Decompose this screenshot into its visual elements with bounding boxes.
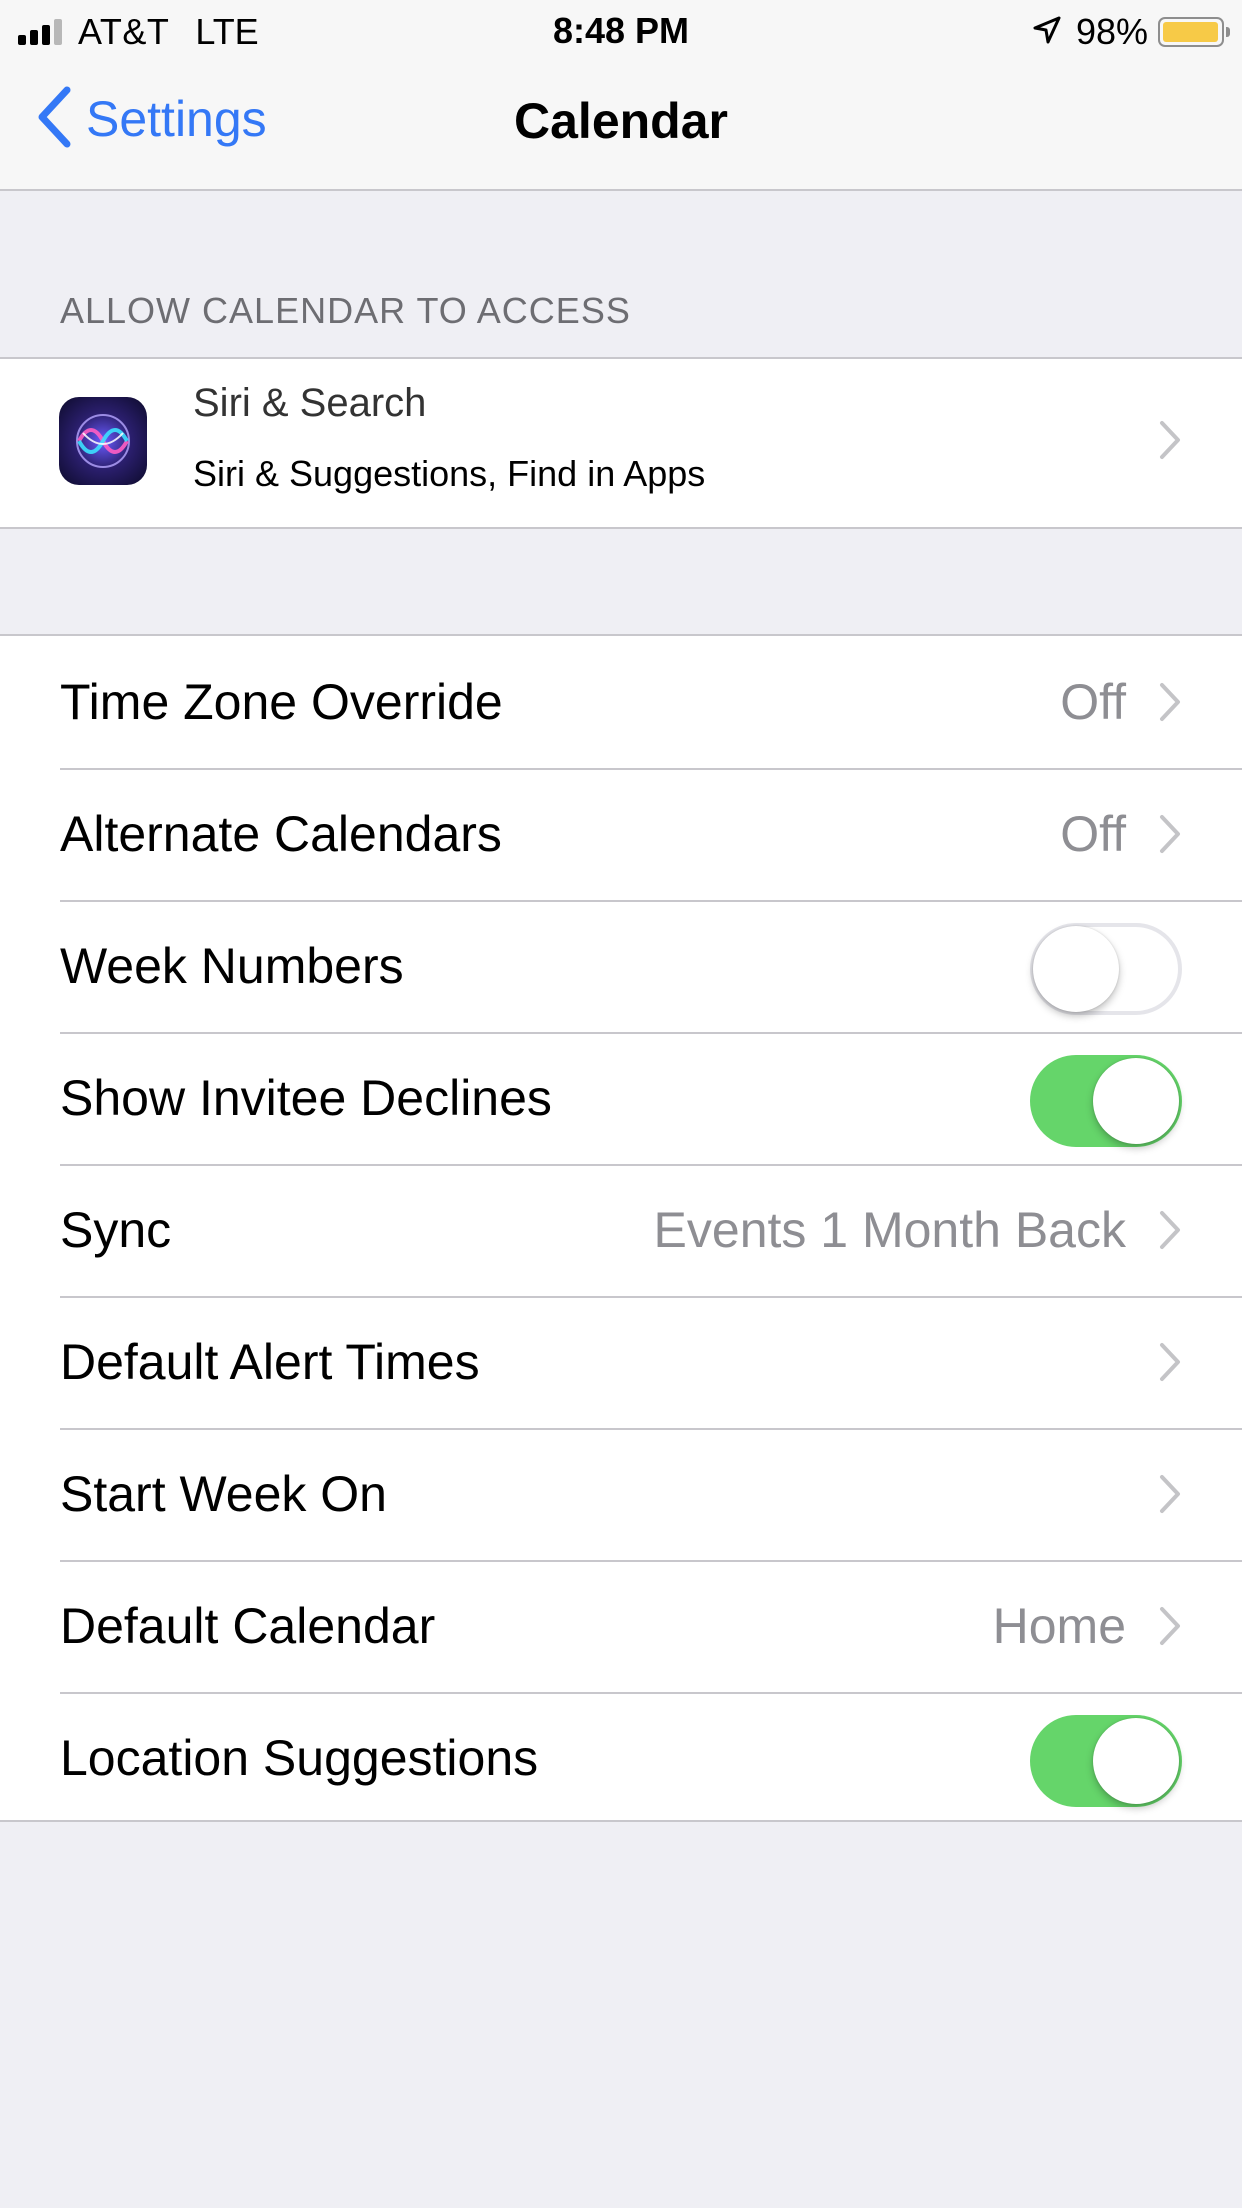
battery-fill (1163, 22, 1218, 42)
siri-search-title: Siri & Search (193, 381, 427, 425)
row-value: Off (1060, 806, 1126, 862)
row-label: Show Invitee Declines (60, 1070, 552, 1126)
location-arrow-icon (1032, 15, 1062, 50)
siri-icon (59, 397, 147, 485)
location-suggestions-row: Location Suggestions (0, 1692, 1242, 1824)
show-invitee-declines-toggle[interactable] (1030, 1055, 1182, 1147)
sync-row[interactable]: Sync Events 1 Month Back (0, 1164, 1242, 1296)
navigation-bar: Settings Calendar (0, 62, 1242, 191)
siri-search-subtitle: Siri & Suggestions, Find in Apps (193, 453, 706, 494)
time-zone-override-row[interactable]: Time Zone Override Off (0, 636, 1242, 768)
row-label: Default Calendar (60, 1598, 436, 1654)
row-label: Alternate Calendars (60, 806, 502, 862)
week-numbers-row: Week Numbers (0, 900, 1242, 1032)
page-title: Calendar (514, 93, 728, 149)
row-label: Week Numbers (60, 938, 404, 994)
chevron-right-icon (1158, 813, 1182, 860)
status-right: 98% (1032, 10, 1230, 54)
battery-icon (1158, 17, 1230, 47)
calendar-settings-group: Time Zone Override Off Alternate Calenda… (0, 634, 1242, 1822)
row-label: Time Zone Override (60, 674, 503, 730)
location-suggestions-toggle[interactable] (1030, 1715, 1182, 1807)
row-label: Start Week On (60, 1466, 387, 1522)
row-value: Home (992, 1598, 1126, 1654)
chevron-right-icon (1158, 1341, 1182, 1388)
row-label: Location Suggestions (60, 1730, 539, 1786)
default-alert-times-row[interactable]: Default Alert Times (0, 1296, 1242, 1428)
chevron-right-icon (1158, 1473, 1182, 1520)
chevron-right-icon (1158, 1209, 1182, 1256)
row-value: Events 1 Month Back (653, 1202, 1126, 1258)
section-header-access: ALLOW CALENDAR TO ACCESS (60, 290, 631, 331)
week-numbers-toggle[interactable] (1030, 923, 1182, 1015)
row-label: Sync (60, 1202, 172, 1258)
default-calendar-row[interactable]: Default Calendar Home (0, 1560, 1242, 1692)
chevron-right-icon (1158, 1605, 1182, 1652)
siri-search-row[interactable]: Siri & Search Siri & Suggestions, Find i… (0, 359, 1242, 527)
access-group: Siri & Search Siri & Suggestions, Find i… (0, 357, 1242, 529)
row-label: Default Alert Times (60, 1334, 480, 1390)
alternate-calendars-row[interactable]: Alternate Calendars Off (0, 768, 1242, 900)
show-invitee-declines-row: Show Invitee Declines (0, 1032, 1242, 1164)
status-bar: AT&T LTE 8:48 PM 98% (0, 0, 1242, 62)
row-value: Off (1060, 674, 1126, 730)
chevron-right-icon (1158, 419, 1182, 466)
chevron-right-icon (1158, 681, 1182, 728)
start-week-on-row[interactable]: Start Week On (0, 1428, 1242, 1560)
battery-percent: 98% (1075, 11, 1148, 52)
